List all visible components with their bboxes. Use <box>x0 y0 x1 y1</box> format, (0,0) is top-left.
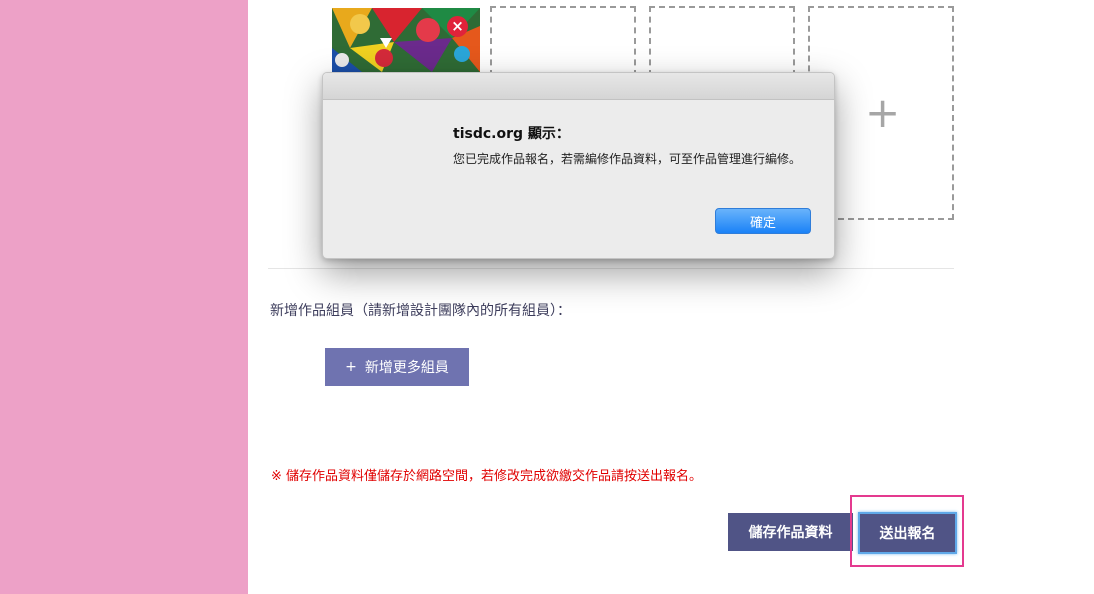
submit-button[interactable]: 送出報名 <box>858 512 957 554</box>
add-member-label: 新增更多組員 <box>364 360 449 376</box>
section-divider <box>268 268 954 269</box>
members-label: 新增作品組員（請新增設計團隊內的所有組員）： <box>270 303 571 319</box>
alert-dialog: tisdc.org 顯示： 您已完成作品報名，若需編修作品資料，可至作品管理進行… <box>322 72 835 259</box>
dialog-ok-button[interactable]: 確定 <box>715 208 811 234</box>
upload-slot[interactable] <box>490 6 636 76</box>
upload-slot[interactable] <box>649 6 795 76</box>
plus-icon: + <box>345 359 357 375</box>
dialog-title: tisdc.org 顯示： <box>453 126 570 142</box>
remove-image-icon[interactable]: × <box>447 16 468 37</box>
save-button[interactable]: 儲存作品資料 <box>728 513 853 551</box>
dialog-message: 您已完成作品報名，若需編修作品資料，可至作品管理進行編修。 <box>453 152 802 166</box>
dialog-titlebar <box>323 73 834 100</box>
save-notice: ※ 儲存作品資料僅儲存於網路空間，若修改完成欲繳交作品請按送出報名。 <box>271 469 703 484</box>
add-image-icon[interactable]: + <box>865 92 900 134</box>
sidebar <box>0 0 248 594</box>
add-member-button[interactable]: + 新增更多組員 <box>325 348 469 386</box>
